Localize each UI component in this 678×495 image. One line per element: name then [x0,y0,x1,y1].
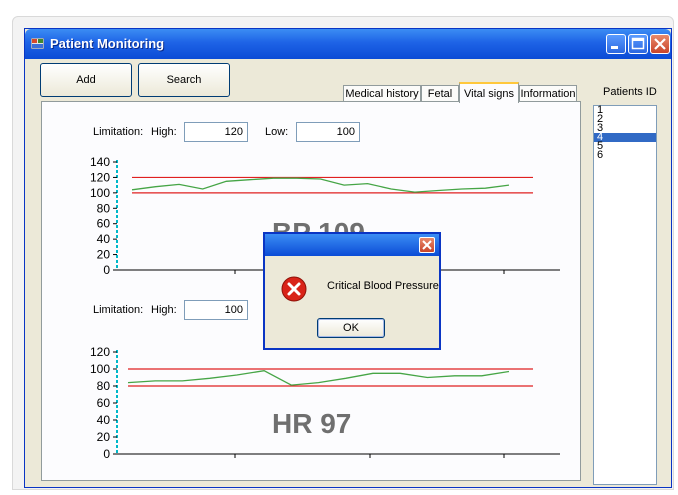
hr-readout: HR 97 [272,408,351,439]
window-title: Patient Monitoring [50,36,165,51]
close-icon [654,38,666,50]
hr-high-label: High: [151,304,177,316]
bp-high-label: High: [151,126,177,138]
hr-chart: HR 97 120 100 80 60 40 20 0 [90,345,560,461]
y-tick-label: 20 [97,430,111,444]
error-dialog: Critical Blood Pressure OK [263,232,441,350]
error-icon [281,276,307,302]
patients-id-label: Patients ID [603,86,657,98]
title-bar[interactable]: Patient Monitoring [25,29,671,59]
y-tick-label: 100 [90,186,110,200]
hr-series-line [127,370,510,386]
app-icon [31,38,44,49]
bp-limitation-label: Limitation: [93,126,144,138]
y-tick-label: 20 [97,248,111,262]
dialog-message: Critical Blood Pressure [327,280,439,292]
tab-vital-signs[interactable]: Vital signs [459,82,519,103]
tab-information[interactable]: Information [519,85,577,102]
maximize-button[interactable] [628,34,648,54]
minimize-button[interactable] [606,34,626,54]
y-tick-label: 80 [97,379,111,393]
y-tick-label: 0 [103,447,110,461]
hr-high-input[interactable]: 100 [184,300,248,320]
search-button[interactable]: Search [138,63,230,97]
hr-limitation-label: Limitation: [93,304,144,316]
bp-series-line [131,177,510,193]
maximize-icon [631,37,645,50]
bp-low-label: Low: [265,126,289,138]
y-tick-label: 140 [90,155,110,169]
y-tick-label: 120 [90,345,110,359]
y-tick-label: 40 [97,413,111,427]
dialog-title-bar[interactable] [265,234,439,256]
minimize-icon [611,46,618,49]
y-tick-label: 100 [90,362,110,376]
bp-high-input[interactable]: 120 [184,122,248,142]
close-button[interactable] [650,34,670,54]
patient-item[interactable]: 2 [594,114,656,125]
add-button[interactable]: Add [40,63,132,97]
y-tick-label: 80 [97,201,111,215]
bp-low-input[interactable]: 100 [296,122,360,142]
patient-item[interactable]: 6 [594,150,656,161]
y-tick-label: 40 [97,232,111,246]
dialog-close-button[interactable] [419,237,435,253]
y-tick-label: 120 [90,170,110,184]
patients-listbox[interactable]: 1 2 3 4 5 6 [593,105,657,485]
patient-item[interactable]: 3 [594,123,656,134]
y-tick-label: 0 [103,263,110,277]
tab-fetal[interactable]: Fetal [421,85,459,102]
patient-item-selected[interactable]: 4 [594,132,656,143]
patient-item[interactable]: 1 [594,105,656,116]
y-tick-label: 60 [97,396,111,410]
tab-medical-history[interactable]: Medical history [343,85,421,102]
y-tick-label: 60 [97,217,111,231]
ok-button[interactable]: OK [317,318,385,338]
patient-item[interactable]: 5 [594,141,656,152]
close-icon [422,240,432,250]
